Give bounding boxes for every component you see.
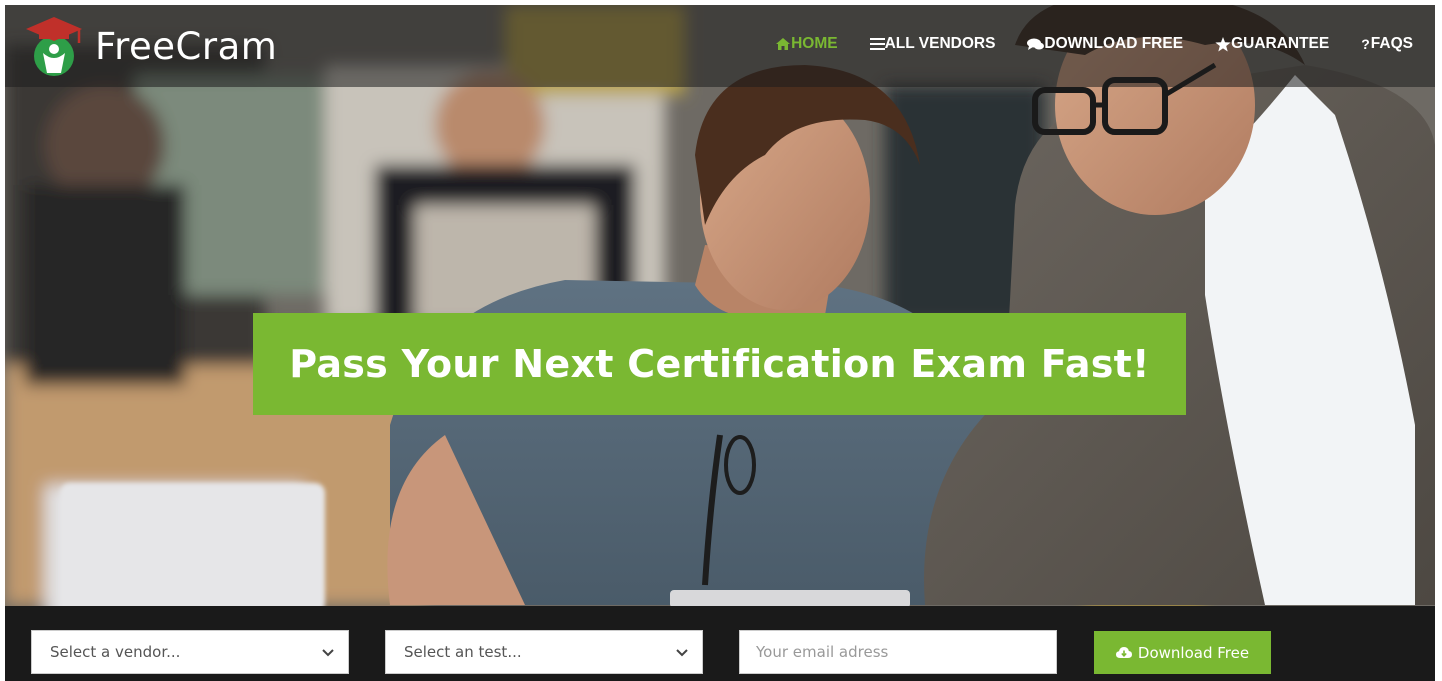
- main-nav: HOME ALL VENDORS DOWNLOAD FREE GUARANTEE…: [775, 35, 1413, 53]
- star-icon: [1215, 36, 1231, 51]
- nav-home-label: HOME: [791, 35, 838, 52]
- nav-faqs-label: FAQS: [1370, 35, 1413, 52]
- test-select-value: Select an test...: [404, 643, 522, 661]
- nav-home[interactable]: HOME: [775, 35, 838, 53]
- brand-name: FreeCram: [95, 24, 278, 68]
- email-input[interactable]: Your email adress: [739, 630, 1057, 674]
- download-free-button-label: Download Free: [1137, 643, 1250, 662]
- hero-background-photo: [5, 5, 1435, 606]
- headline-banner: Pass Your Next Certification Exam Fast!: [253, 313, 1186, 415]
- brand-logo[interactable]: FreeCram: [21, 13, 277, 79]
- list-icon: [869, 38, 885, 50]
- top-navbar: FreeCram HOME ALL VENDORS DOWNLOAD FREE …: [5, 5, 1435, 87]
- vendor-select[interactable]: Select a vendor...: [31, 630, 349, 674]
- nav-all-vendors-label: ALL VENDORS: [884, 35, 996, 52]
- nav-guarantee[interactable]: GUARANTEE: [1215, 35, 1329, 53]
- question-icon: ?: [1361, 36, 1370, 52]
- nav-faqs[interactable]: ? FAQS: [1361, 35, 1413, 53]
- chevron-down-icon: [676, 649, 688, 657]
- vendor-select-value: Select a vendor...: [50, 643, 181, 661]
- cloud-download-icon: [1115, 646, 1132, 658]
- nav-download-free[interactable]: DOWNLOAD FREE: [1027, 35, 1183, 53]
- nav-all-vendors[interactable]: ALL VENDORS: [869, 35, 996, 53]
- nav-guarantee-label: GUARANTEE: [1231, 35, 1330, 52]
- test-select[interactable]: Select an test...: [385, 630, 703, 674]
- graduation-cap-person-icon: [26, 17, 82, 76]
- nav-download-free-label: DOWNLOAD FREE: [1044, 35, 1184, 52]
- download-free-button[interactable]: Download Free: [1094, 631, 1271, 674]
- comments-icon: [1027, 38, 1045, 50]
- email-input-placeholder: Your email adress: [756, 643, 889, 661]
- hero-banner: FreeCram HOME ALL VENDORS DOWNLOAD FREE …: [5, 5, 1435, 606]
- download-search-bar: Select a vendor... Select an test... You…: [5, 606, 1435, 681]
- hero-headline: Pass Your Next Certification Exam Fast!: [289, 342, 1150, 386]
- chevron-down-icon: [322, 649, 334, 657]
- home-icon: [776, 38, 791, 50]
